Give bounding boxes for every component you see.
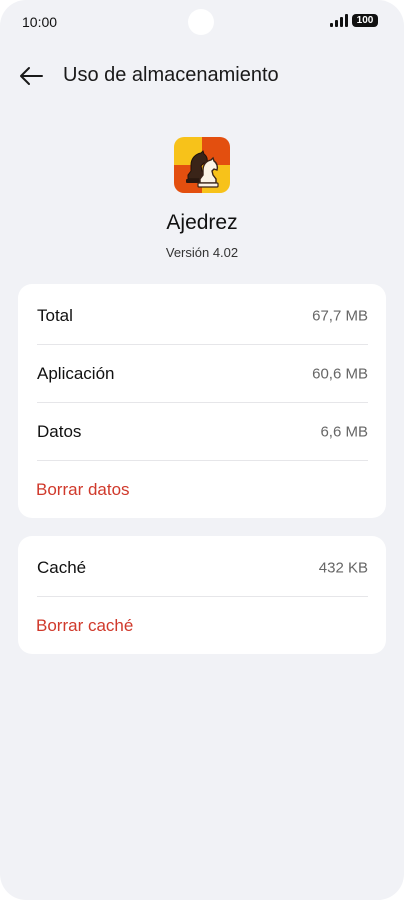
page-title: Uso de almacenamiento xyxy=(63,64,279,86)
app-icon xyxy=(174,137,230,193)
storage-row-value: 6,6 MB xyxy=(320,423,368,441)
back-button[interactable] xyxy=(14,60,48,92)
arrow-left-icon xyxy=(20,67,43,85)
storage-row-label: Total xyxy=(37,306,73,325)
cache-label: Caché xyxy=(37,558,87,577)
app-name: Ajedrez xyxy=(166,211,238,234)
camera-cutout xyxy=(188,9,214,35)
cache-value: 432 KB xyxy=(318,559,368,577)
clear-data-button[interactable]: Borrar datos xyxy=(36,480,130,500)
storage-row-value: 60,6 MB xyxy=(312,365,368,383)
phone-screen: 10:00 100 Uso de almacenamiento Ajedrez … xyxy=(0,0,404,900)
app-version: Versión 4.02 xyxy=(165,245,239,260)
storage-row-data: Datos 6,6 MB xyxy=(37,403,368,461)
signal-icon xyxy=(330,14,348,27)
cache-row: Caché 432 KB xyxy=(37,539,368,597)
battery-icon: 100 xyxy=(352,14,378,27)
status-bar: 10:00 100 xyxy=(0,0,404,44)
clear-cache-button[interactable]: Borrar caché xyxy=(36,616,133,636)
storage-row-app: Aplicación 60,6 MB xyxy=(37,345,368,403)
storage-row-label: Datos xyxy=(37,422,82,441)
status-time: 10:00 xyxy=(22,14,58,30)
storage-card: Total 67,7 MB Aplicación 60,6 MB Datos 6… xyxy=(18,284,386,518)
storage-row-label: Aplicación xyxy=(37,364,115,383)
storage-row-value: 67,7 MB xyxy=(312,307,368,325)
storage-row-total: Total 67,7 MB xyxy=(37,287,368,345)
chess-knight-icon xyxy=(174,137,230,193)
status-icons: 100 xyxy=(330,14,378,27)
app-bar: Uso de almacenamiento xyxy=(0,52,404,100)
cache-card: Caché 432 KB Borrar caché xyxy=(18,536,386,654)
